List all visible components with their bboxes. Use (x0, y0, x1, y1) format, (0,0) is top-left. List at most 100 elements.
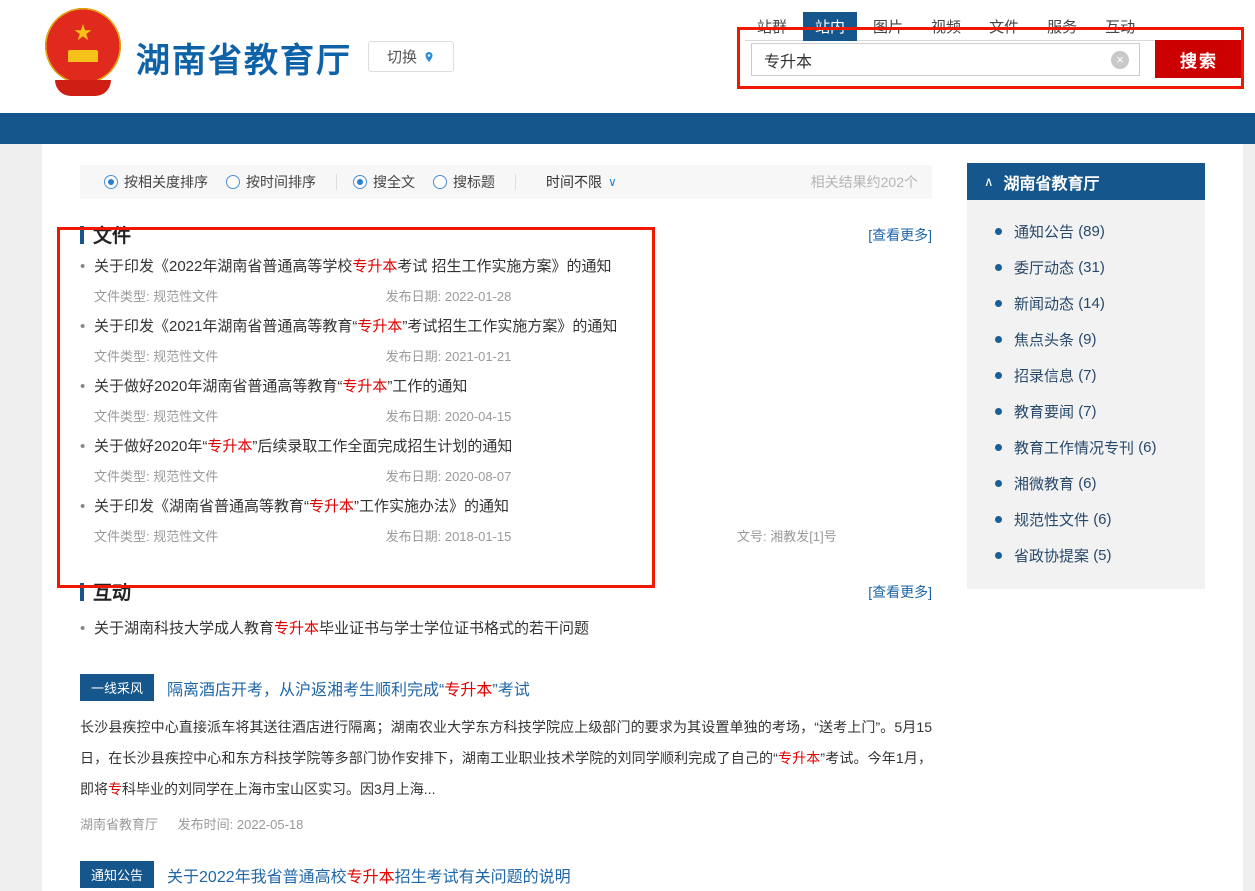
sidebar-item-count: (31) (1078, 259, 1105, 276)
sidebar-item-work-bulletin[interactable]: 教育工作情况专刊 (6) (967, 429, 1205, 465)
sidebar-item-label: 教育工作情况专刊 (1014, 437, 1134, 458)
search-fulltext-option[interactable]: 搜全文 (353, 172, 415, 192)
scope-title-label: 搜标题 (453, 172, 495, 192)
file-result-item: •关于做好2020年“专升本”后续录取工作全面完成招生计划的通知 文件类型: 规… (80, 432, 932, 492)
news-title[interactable]: 隔离酒店开考，从沪返湘考生顺利完成“专升本”考试 (167, 676, 530, 700)
time-filter-dropdown[interactable]: 时间不限 ∨ (546, 172, 617, 192)
bullet-dot-icon (995, 228, 1002, 235)
bullet-icon: • (80, 312, 85, 342)
files-more-link[interactable]: [查看更多] (868, 225, 932, 245)
sidebar-item-news[interactable]: 新闻动态 (14) (967, 285, 1205, 321)
news-snippet: 长沙县疾控中心直接派车将其送往酒店进行隔离；湖南农业大学东方科技学院应上级部门的… (80, 712, 932, 805)
interact-section-title: 互动 (93, 578, 131, 605)
page: ★ 湖南省教育厅 切换 站群 站内 图片 视频 文件 服务 互动 × 搜索 (0, 0, 1255, 891)
sidebar-item-count: (9) (1078, 331, 1096, 348)
file-result-item: •关于印发《2022年湖南省普通高等学校专升本考试 招生工作实施方案》的通知 文… (80, 252, 932, 312)
news-head: 一线采风 隔离酒店开考，从沪返湘考生顺利完成“专升本”考试 (80, 674, 932, 701)
tab-files[interactable]: 文件 (977, 12, 1031, 41)
radio-unselected-icon[interactable] (433, 175, 447, 189)
publish-date: 发布日期: 2020-04-15 (386, 409, 512, 424)
publish-date: 发布日期: 2021-01-21 (386, 349, 512, 364)
tab-interaction[interactable]: 互动 (1093, 12, 1147, 41)
file-result-title[interactable]: •关于做好2020年“专升本”后续录取工作全面完成招生计划的通知 (80, 432, 932, 462)
sidebar-item-label: 通知公告 (1014, 221, 1074, 242)
sort-by-relevance-option[interactable]: 按相关度排序 (104, 172, 208, 192)
sidebar-item-edu-highlights[interactable]: 教育要闻 (7) (967, 393, 1205, 429)
search-input-wrap: × (751, 43, 1140, 76)
sidebar-item-count: (7) (1078, 403, 1096, 420)
file-result-title[interactable]: •关于印发《2022年湖南省普通高等学校专升本考试 招生工作实施方案》的通知 (80, 252, 932, 282)
site-header: ★ 湖南省教育厅 切换 站群 站内 图片 视频 文件 服务 互动 × 搜索 (0, 0, 1255, 113)
file-result-title[interactable]: •关于印发《湖南省普通高等教育“专升本”工作实施办法》的通知 (80, 492, 932, 522)
clear-search-icon[interactable]: × (1111, 51, 1129, 69)
news-title[interactable]: 关于2022年我省普通高校专升本招生考试有关问题的说明 (167, 863, 571, 887)
sort-time-label: 按时间排序 (246, 172, 316, 192)
sidebar-item-dept-news[interactable]: 委厅动态 (31) (967, 249, 1205, 285)
emblem-gate-icon (68, 50, 98, 62)
sidebar-item-cppcc-proposals[interactable]: 省政协提案 (5) (967, 537, 1205, 573)
sidebar-category-list: 通知公告 (89) 委厅动态 (31) 新闻动态 (14) 焦点头条 (9) 招… (967, 200, 1205, 589)
file-result-title[interactable]: •关于印发《2021年湖南省普通高等教育“专升本”考试招生工作实施方案》的通知 (80, 312, 932, 342)
sidebar-item-recruitment[interactable]: 招录信息 (7) (967, 357, 1205, 393)
radio-selected-icon[interactable] (104, 175, 118, 189)
file-result-title[interactable]: •关于做好2020年湖南省普通高等教育“专升本”工作的通知 (80, 372, 932, 402)
sidebar-item-count: (6) (1093, 511, 1111, 528)
sidebar-item-label: 招录信息 (1014, 365, 1074, 386)
section-tick (80, 583, 84, 601)
sidebar-item-xiangwei-edu[interactable]: 湘微教育 (6) (967, 465, 1205, 501)
sidebar-item-count: (89) (1078, 223, 1105, 240)
header-divider-bar (0, 113, 1255, 144)
sidebar-item-label: 委厅动态 (1014, 257, 1074, 278)
sidebar-header[interactable]: ∧ 湖南省教育厅 (967, 163, 1205, 200)
tab-videos[interactable]: 视频 (919, 12, 973, 41)
tab-images[interactable]: 图片 (861, 12, 915, 41)
news-meta: 湖南省教育厅 发布时间: 2022-05-18 (80, 814, 932, 833)
filter-divider (515, 174, 516, 190)
news-category-badge[interactable]: 通知公告 (80, 861, 154, 888)
file-result-meta: 文件类型: 规范性文件 发布日期: 2018-01-15 文号: 湘教发[1]号 (80, 522, 932, 552)
filter-divider (336, 174, 337, 190)
news-category-badge[interactable]: 一线采风 (80, 674, 154, 701)
sidebar-item-headlines[interactable]: 焦点头条 (9) (967, 321, 1205, 357)
files-section-title: 文件 (93, 221, 131, 248)
collapse-icon[interactable]: ∧ (984, 174, 994, 190)
news-head: 通知公告 关于2022年我省普通高校专升本招生考试有关问题的说明 (80, 861, 932, 888)
time-filter-label: 时间不限 (546, 172, 602, 192)
interact-result-title[interactable]: •关于湖南科技大学成人教育专升本毕业证书与学士学位证书格式的若干问题 (80, 614, 932, 644)
radio-unselected-icon[interactable] (226, 175, 240, 189)
sidebar-item-label: 省政协提案 (1014, 545, 1089, 566)
sidebar: ∧ 湖南省教育厅 通知公告 (89) 委厅动态 (31) 新闻动态 (14) 焦… (967, 163, 1205, 589)
file-result-meta: 文件类型: 规范性文件 发布日期: 2020-08-07 (80, 462, 932, 492)
search-input[interactable] (752, 44, 1111, 75)
sort-by-time-option[interactable]: 按时间排序 (226, 172, 316, 192)
bullet-dot-icon (995, 372, 1002, 379)
sidebar-item-label: 规范性文件 (1014, 509, 1089, 530)
bullet-dot-icon (995, 480, 1002, 487)
file-type: 文件类型: 规范性文件 (94, 402, 382, 432)
tab-site-group[interactable]: 站群 (745, 12, 799, 41)
bullet-dot-icon (995, 444, 1002, 451)
file-result-item: •关于做好2020年湖南省普通高等教育“专升本”工作的通知 文件类型: 规范性文… (80, 372, 932, 432)
tab-on-site[interactable]: 站内 (803, 12, 857, 41)
sidebar-item-count: (6) (1078, 475, 1096, 492)
search-title-option[interactable]: 搜标题 (433, 172, 495, 192)
file-result-item: •关于印发《2021年湖南省普通高等教育“专升本”考试招生工作实施方案》的通知 … (80, 312, 932, 372)
file-result-item: •关于印发《湖南省普通高等教育“专升本”工作实施办法》的通知 文件类型: 规范性… (80, 492, 932, 552)
sidebar-item-normative-docs[interactable]: 规范性文件 (6) (967, 501, 1205, 537)
sidebar-item-count: (14) (1078, 295, 1105, 312)
bullet-dot-icon (995, 336, 1002, 343)
sidebar-item-count: (5) (1093, 547, 1111, 564)
doc-number: 文号: 湘教发[1]号 (737, 522, 837, 552)
interact-more-link[interactable]: [查看更多] (868, 582, 932, 602)
file-type: 文件类型: 规范性文件 (94, 342, 382, 372)
chevron-down-icon: ∨ (608, 175, 617, 189)
filter-bar: 按相关度排序 按时间排序 搜全文 搜标题 时间不限 ∨ 相关结果约202个 (80, 165, 932, 199)
file-type: 文件类型: 规范性文件 (94, 282, 382, 312)
region-switch-button[interactable]: 切换 (368, 41, 454, 72)
news-result-item: 一线采风 隔离酒店开考，从沪返湘考生顺利完成“专升本”考试 长沙县疾控中心直接派… (80, 674, 932, 833)
radio-selected-icon[interactable] (353, 175, 367, 189)
sidebar-item-notices[interactable]: 通知公告 (89) (967, 213, 1205, 249)
search-button[interactable]: 搜索 (1155, 40, 1243, 78)
sidebar-title: 湖南省教育厅 (1004, 170, 1100, 194)
tab-services[interactable]: 服务 (1035, 12, 1089, 41)
